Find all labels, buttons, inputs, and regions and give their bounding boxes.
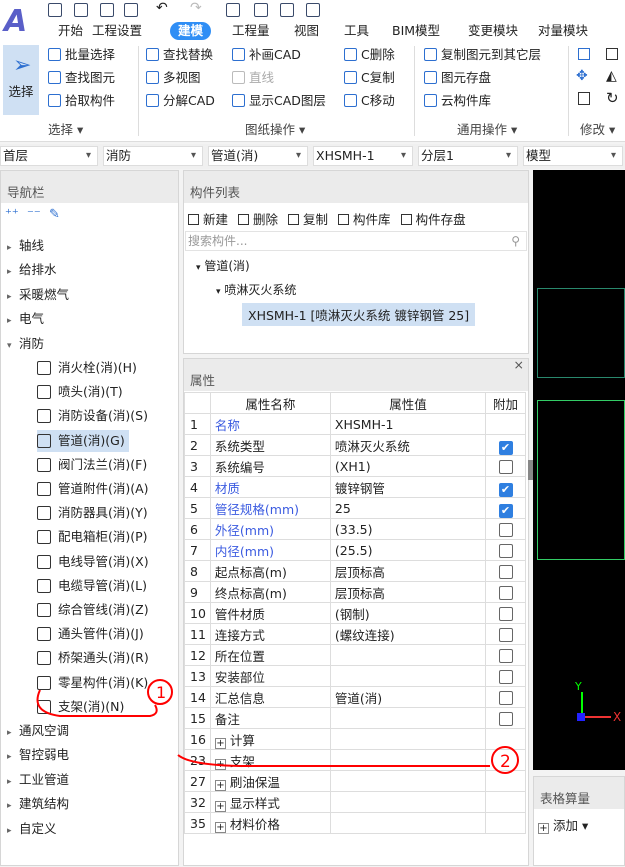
annotation-line-2	[177, 754, 490, 767]
annotation-circle-1	[36, 689, 158, 717]
annotation-label-2: 2	[500, 752, 511, 772]
annotation-label-1: 1	[156, 683, 166, 702]
annotation-overlay: 1 2	[36, 679, 519, 774]
